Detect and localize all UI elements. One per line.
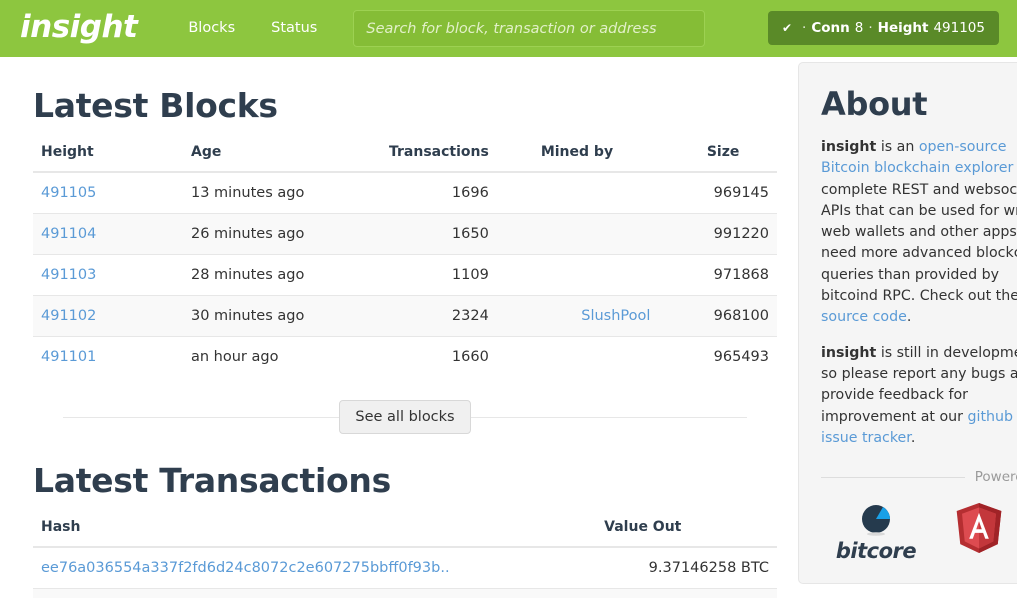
block-size-cell: 969145 bbox=[698, 171, 777, 214]
conn-label: Conn bbox=[811, 20, 850, 36]
block-size-cell: 968100 bbox=[698, 295, 777, 337]
search-container bbox=[353, 10, 706, 47]
block-transactions-cell: 2324 bbox=[381, 295, 533, 337]
transaction-hash-cell: 98e08af8921b5a813be548facf638512734f9e9b… bbox=[33, 588, 597, 598]
nav-links: Blocks Status bbox=[170, 0, 335, 57]
latest-blocks-table: Height Age Transactions Mined by Size 49… bbox=[33, 144, 777, 377]
latest-blocks-title: Latest Blocks bbox=[33, 86, 278, 125]
transaction-value-out-cell: 9.37146258 BTC bbox=[596, 546, 777, 589]
table-row: 491103 28 minutes ago 1109 971868 bbox=[33, 254, 777, 296]
height-label: Height bbox=[877, 20, 929, 36]
block-age-cell: 28 minutes ago bbox=[183, 254, 381, 296]
column-header-value-out: Value Out bbox=[596, 519, 777, 548]
block-height-link[interactable]: 491102 bbox=[41, 308, 96, 324]
about-p1-text-c: . bbox=[906, 309, 912, 326]
block-transactions-cell: 1696 bbox=[381, 171, 533, 214]
status-badge[interactable]: ✔ · Conn 8 · Height 491105 bbox=[767, 11, 999, 45]
latest-transactions-table: Hash Value Out ee76a036554a337f2fd6d24c8… bbox=[33, 519, 777, 598]
block-age-cell: an hour ago bbox=[183, 336, 381, 377]
column-header-hash: Hash bbox=[33, 519, 597, 548]
block-mined-by-cell bbox=[532, 336, 699, 377]
block-height-link[interactable]: 491105 bbox=[41, 185, 96, 201]
transaction-hash-cell: ee76a036554a337f2fd6d24c8072c2e607275bbf… bbox=[33, 546, 597, 589]
table-row: 491101 an hour ago 1660 965493 bbox=[33, 336, 777, 377]
nav-link-blocks[interactable]: Blocks bbox=[170, 0, 253, 57]
block-transactions-cell: 1660 bbox=[381, 336, 533, 377]
column-header-size: Size bbox=[698, 144, 777, 173]
see-all-blocks-container: See all blocks bbox=[33, 399, 777, 435]
latest-transactions-title: Latest Transactions bbox=[33, 461, 391, 500]
mined-by-link[interactable]: SlushPool bbox=[581, 308, 650, 324]
column-header-age: Age bbox=[183, 144, 381, 173]
about-p1-brand: insight bbox=[821, 139, 877, 155]
block-mined-by-cell bbox=[532, 171, 699, 214]
blocks-table-body: 491105 13 minutes ago 1696 969145 491104… bbox=[33, 171, 777, 377]
block-transactions-cell: 1650 bbox=[381, 213, 533, 255]
block-size-cell: 971868 bbox=[698, 254, 777, 296]
bitcore-logo[interactable]: bitcore bbox=[821, 502, 931, 563]
table-header-row: Hash Value Out bbox=[33, 519, 777, 548]
search-input[interactable] bbox=[353, 10, 706, 47]
nav-link-status[interactable]: Status bbox=[253, 0, 335, 57]
powered-by-label: Powered by bbox=[974, 469, 1017, 486]
table-row: 491102 30 minutes ago 2324 SlushPool 968… bbox=[33, 295, 777, 337]
bitcore-wordmark: bitcore bbox=[835, 539, 917, 564]
column-header-height: Height bbox=[33, 144, 183, 173]
block-size-cell: 965493 bbox=[698, 336, 777, 377]
top-navbar: insight Blocks Status ✔ · Conn 8 · Heigh… bbox=[0, 0, 1017, 57]
block-age-cell: 13 minutes ago bbox=[183, 171, 381, 214]
table-row: 491104 26 minutes ago 1650 991220 bbox=[33, 213, 777, 255]
block-height-cell: 491104 bbox=[33, 213, 183, 255]
block-mined-by-cell bbox=[532, 213, 699, 255]
block-age-cell: 26 minutes ago bbox=[183, 213, 381, 255]
bitcore-icon bbox=[859, 502, 893, 536]
block-height-link[interactable]: 491101 bbox=[41, 349, 96, 365]
table-header-row: Height Age Transactions Mined by Size bbox=[33, 144, 777, 173]
see-all-blocks-button[interactable]: See all blocks bbox=[339, 399, 471, 435]
block-height-cell: 491101 bbox=[33, 336, 183, 377]
conn-value: 8 bbox=[854, 20, 864, 36]
about-p2-brand: insight bbox=[821, 344, 877, 361]
about-paragraph-2: insight is still in development, so plea… bbox=[821, 343, 1017, 449]
main-content: Latest Blocks Height Age Transactions Mi… bbox=[0, 57, 790, 598]
table-row: ee76a036554a337f2fd6d24c8072c2e607275bbf… bbox=[33, 546, 777, 589]
about-panel: About insight is an open-source Bitcoin … bbox=[798, 62, 1017, 585]
angularjs-shield-icon bbox=[956, 503, 1002, 554]
column-header-transactions: Transactions bbox=[381, 144, 533, 173]
block-height-cell: 491102 bbox=[33, 295, 183, 337]
about-p1-text-b: with complete REST and websocket APIs th… bbox=[821, 181, 1017, 305]
powered-by-row: Powered by bbox=[821, 469, 1017, 485]
angularjs-logo[interactable] bbox=[931, 501, 1017, 563]
block-height-cell: 491103 bbox=[33, 254, 183, 296]
block-transactions-cell: 1109 bbox=[381, 254, 533, 296]
block-mined-by-cell bbox=[532, 254, 699, 296]
block-height-link[interactable]: 491104 bbox=[41, 226, 96, 242]
source-code-link[interactable]: source code bbox=[821, 309, 907, 325]
status-separator-1: · bbox=[802, 20, 807, 36]
about-p2-text-b: . bbox=[910, 429, 916, 446]
status-separator-2: · bbox=[868, 20, 873, 36]
insight-explorer-page: insight Blocks Status ✔ · Conn 8 · Heigh… bbox=[0, 0, 1017, 598]
about-paragraph-1: insight is an open-source Bitcoin blockc… bbox=[821, 137, 1017, 329]
block-mined-by-cell: SlushPool bbox=[532, 295, 699, 337]
check-icon: ✔ bbox=[781, 21, 793, 35]
brand-logo[interactable]: insight bbox=[20, 11, 138, 46]
height-value: 491105 bbox=[933, 20, 985, 36]
transaction-value-out-cell: 9.24831312 BTC bbox=[596, 588, 777, 598]
column-header-mined-by: Mined by bbox=[532, 144, 699, 173]
about-title: About bbox=[821, 85, 928, 123]
transactions-table-body: ee76a036554a337f2fd6d24c8072c2e607275bbf… bbox=[33, 546, 777, 598]
block-height-cell: 491105 bbox=[33, 171, 183, 214]
table-row: 98e08af8921b5a813be548facf638512734f9e9b… bbox=[33, 588, 777, 598]
about-p1-text-a: is an bbox=[876, 139, 919, 155]
block-height-link[interactable]: 491103 bbox=[41, 267, 96, 283]
block-size-cell: 991220 bbox=[698, 213, 777, 255]
block-age-cell: 30 minutes ago bbox=[183, 295, 381, 337]
powered-by-logos: bitcore bbox=[821, 501, 1017, 563]
transaction-hash-link[interactable]: ee76a036554a337f2fd6d24c8072c2e607275bbf… bbox=[41, 560, 450, 576]
table-row: 491105 13 minutes ago 1696 969145 bbox=[33, 171, 777, 214]
divider bbox=[821, 476, 965, 478]
